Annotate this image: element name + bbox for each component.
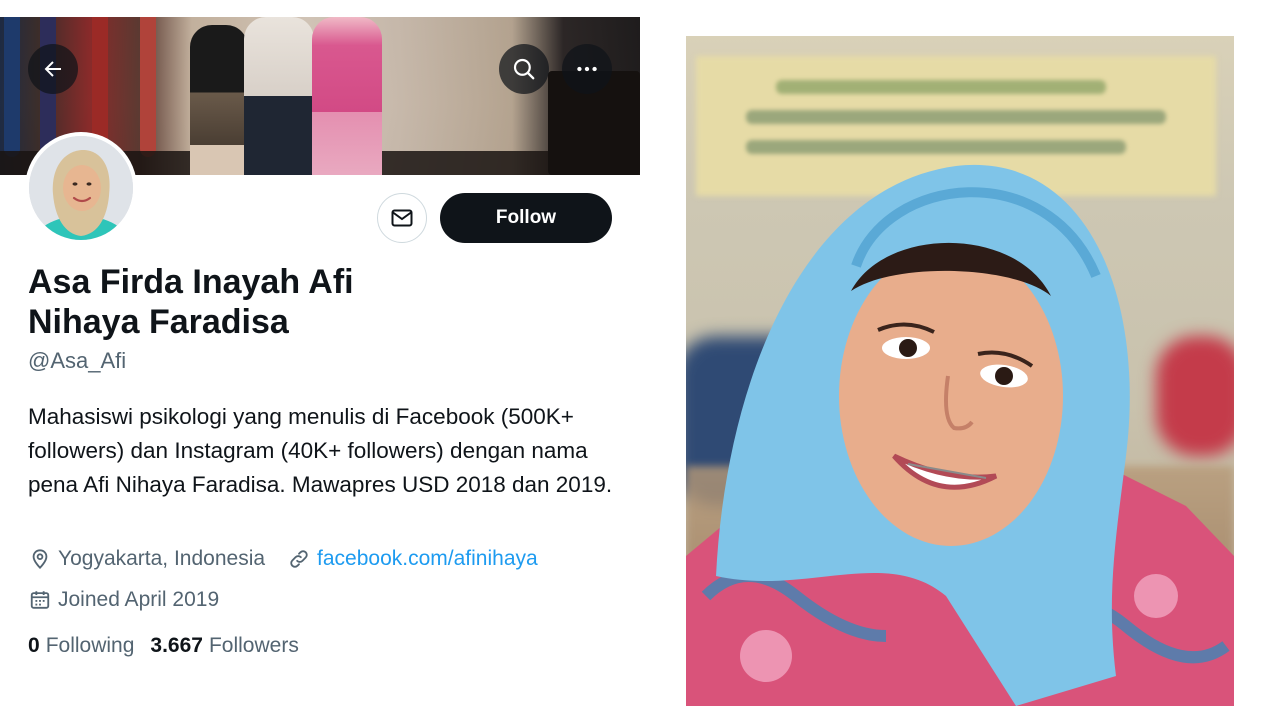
- avatar-photo: [29, 136, 133, 240]
- followers-count: 3.667: [150, 634, 203, 657]
- mail-icon: [391, 209, 413, 227]
- profile-panel: Follow Asa Firda Inayah Afi Nihaya Farad…: [0, 0, 640, 720]
- avatar[interactable]: [25, 132, 137, 244]
- display-name: Asa Firda Inayah Afi Nihaya Faradisa: [28, 263, 354, 341]
- arrow-left-icon: [44, 61, 61, 77]
- calendar-icon: [28, 588, 52, 612]
- follow-button[interactable]: Follow: [440, 193, 612, 243]
- avatar-portrait: [29, 136, 133, 240]
- profile-website-link[interactable]: facebook.com/afinihaya: [317, 547, 538, 571]
- portrait-photo: [686, 36, 1234, 706]
- following-label: Following: [45, 634, 135, 657]
- following-count: 0: [28, 634, 40, 657]
- profile-joined-date: Joined April 2019: [58, 588, 220, 611]
- followers-label: Followers: [208, 634, 299, 657]
- banner-person: [312, 17, 382, 175]
- followers-link[interactable]: 3.667 Followers: [150, 634, 298, 658]
- message-button[interactable]: [377, 193, 427, 243]
- search-icon: [513, 58, 535, 80]
- username-handle: @Asa_Afi: [28, 348, 127, 373]
- profile-stats: 0 Following 3.667 Followers: [28, 634, 315, 658]
- profile-joined-row: Joined April 2019: [28, 588, 219, 612]
- following-link[interactable]: 0 Following: [28, 634, 134, 658]
- back-button[interactable]: [28, 44, 78, 94]
- link-icon: [287, 547, 311, 571]
- subject-portrait: [686, 164, 1234, 706]
- more-button[interactable]: [562, 44, 612, 94]
- banner-flag: [140, 17, 156, 157]
- search-button[interactable]: [499, 44, 549, 94]
- banner-person: [244, 17, 314, 175]
- profile-meta-row: Yogyakarta, Indonesia facebook.com/afini…: [28, 547, 538, 571]
- banner-person: [190, 25, 248, 175]
- more-horizontal-icon: [577, 66, 597, 72]
- location-pin-icon: [28, 547, 52, 571]
- profile-location: Yogyakarta, Indonesia: [58, 547, 266, 570]
- profile-bio: Mahasiswi psikologi yang menulis di Face…: [28, 404, 613, 497]
- banner-flag: [4, 17, 20, 157]
